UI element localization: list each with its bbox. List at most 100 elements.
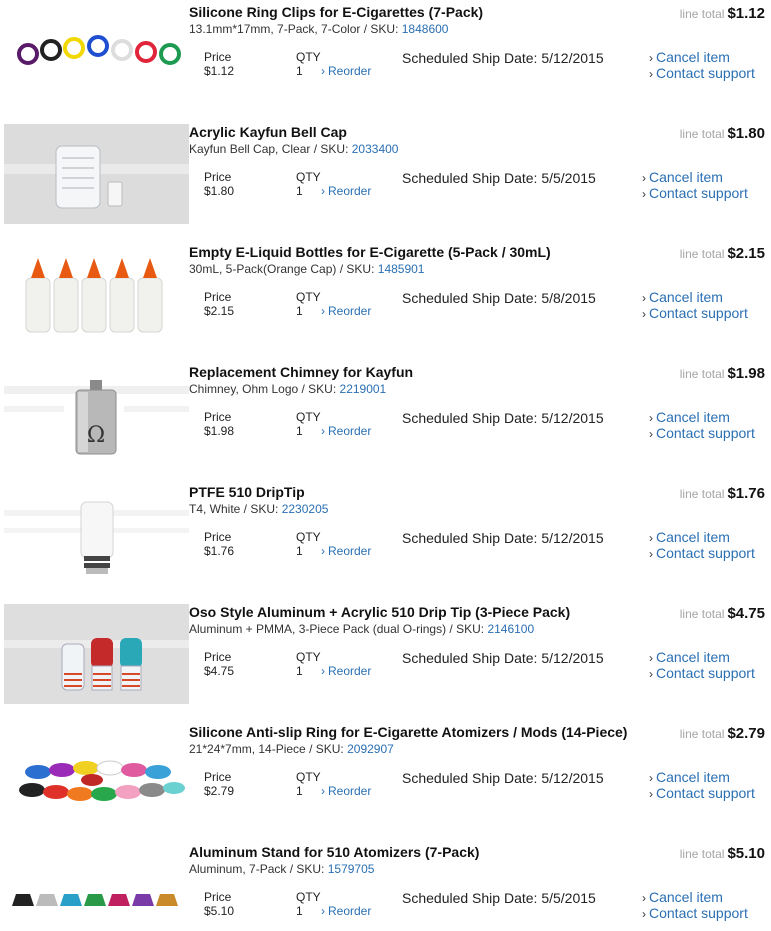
price-block: Price $1.12 [204, 50, 234, 78]
line-total-amount: $5.10 [727, 845, 765, 862]
item-description: Aluminum, 7-Pack / SKU: 1579705 [189, 862, 374, 876]
cancel-item-link[interactable]: › Cancel item [642, 170, 748, 186]
contact-support-link[interactable]: › Contact support [642, 906, 748, 922]
sku-link[interactable]: 1485901 [378, 262, 425, 276]
price-block: Price $1.98 [204, 410, 234, 438]
reorder-label: Reorder [328, 304, 372, 318]
reorder-link[interactable]: › Reorder [321, 424, 371, 438]
contact-support-link[interactable]: › Contact support [642, 306, 748, 322]
scheduled-ship-date: Scheduled Ship Date: 5/12/2015 [402, 650, 604, 666]
order-item: Silicone Anti-slip Ring for E-Cigarette … [0, 720, 771, 840]
price-label: Price [204, 530, 232, 544]
line-total-amount: $2.79 [727, 725, 765, 742]
line-total-label: line total [679, 847, 725, 861]
sku-link[interactable]: 2230205 [282, 502, 329, 516]
item-title[interactable]: Acrylic Kayfun Bell Cap [189, 124, 347, 140]
qty-block: QTY 1 [296, 530, 321, 558]
reorder-label: Reorder [328, 184, 372, 198]
contact-support-link[interactable]: › Contact support [642, 186, 748, 202]
sku-link[interactable]: 2146100 [487, 622, 534, 636]
reorder-link[interactable]: › Reorder [321, 904, 371, 918]
line-total: line total $2.79 [680, 725, 765, 742]
bell-cap-product-image[interactable] [4, 124, 189, 224]
oso-drip-tips-product-image[interactable] [4, 604, 189, 704]
cancel-item-label: Cancel item [656, 529, 730, 545]
sku-link[interactable]: 2033400 [352, 142, 399, 156]
scheduled-ship-date: Scheduled Ship Date: 5/12/2015 [402, 770, 604, 786]
reorder-label: Reorder [328, 784, 372, 798]
chevron-right-icon: › [321, 544, 325, 558]
line-total: line total $1.98 [680, 365, 765, 382]
item-actions: › Cancel item › Contact support [642, 170, 748, 202]
cancel-item-label: Cancel item [656, 49, 730, 65]
item-title[interactable]: Silicone Ring Clips for E-Cigarettes (7-… [189, 4, 483, 20]
cancel-item-link[interactable]: › Cancel item [649, 770, 755, 786]
chevron-right-icon: › [649, 547, 653, 561]
qty-value: 1 [296, 544, 303, 558]
chevron-right-icon: › [321, 184, 325, 198]
item-title[interactable]: Replacement Chimney for Kayfun [189, 364, 413, 380]
cancel-item-link[interactable]: › Cancel item [649, 50, 755, 66]
sku-link[interactable]: 2219001 [340, 382, 387, 396]
item-title[interactable]: PTFE 510 DripTip [189, 484, 305, 500]
reorder-link[interactable]: › Reorder [321, 304, 371, 318]
line-total-label: line total [679, 247, 725, 261]
reorder-link[interactable]: › Reorder [321, 664, 371, 678]
ship-date-label: Scheduled Ship Date: [402, 770, 538, 786]
chevron-right-icon: › [649, 531, 653, 545]
price-label: Price [204, 50, 232, 64]
contact-support-link[interactable]: › Contact support [649, 546, 755, 562]
ship-date-value: 5/12/2015 [541, 530, 604, 546]
cancel-item-link[interactable]: › Cancel item [642, 890, 748, 906]
cancel-item-link[interactable]: › Cancel item [642, 290, 748, 306]
cancel-item-link[interactable]: › Cancel item [649, 410, 755, 426]
chimney-product-image[interactable]: Ω [4, 364, 189, 464]
reorder-link[interactable]: › Reorder [321, 544, 371, 558]
contact-support-link[interactable]: › Contact support [649, 666, 755, 682]
chevron-right-icon: › [642, 307, 646, 321]
ship-date-value: 5/5/2015 [541, 890, 596, 906]
price-label: Price [204, 770, 232, 784]
line-total: line total $5.10 [680, 845, 765, 862]
sku-link[interactable]: 1579705 [328, 862, 375, 876]
contact-support-label: Contact support [649, 905, 748, 921]
contact-support-link[interactable]: › Contact support [649, 426, 755, 442]
item-title[interactable]: Empty E-Liquid Bottles for E-Cigarette (… [189, 244, 551, 260]
atomizer-stands-product-image[interactable] [4, 844, 189, 931]
anti-slip-rings-product-image[interactable] [4, 724, 189, 824]
item-title[interactable]: Aluminum Stand for 510 Atomizers (7-Pack… [189, 844, 479, 860]
sku-link[interactable]: 1848600 [402, 22, 449, 36]
item-title[interactable]: Oso Style Aluminum + Acrylic 510 Drip Ti… [189, 604, 570, 620]
qty-block: QTY 1 [296, 410, 321, 438]
chevron-right-icon: › [649, 427, 653, 441]
item-actions: › Cancel item › Contact support [649, 410, 755, 442]
qty-label: QTY [296, 650, 321, 664]
qty-label: QTY [296, 770, 321, 784]
item-description: Kayfun Bell Cap, Clear / SKU: 2033400 [189, 142, 398, 156]
ring-clips-product-image[interactable] [4, 4, 189, 104]
chevron-right-icon: › [321, 64, 325, 78]
contact-support-link[interactable]: › Contact support [649, 786, 755, 802]
reorder-link[interactable]: › Reorder [321, 784, 371, 798]
price-value: $1.76 [204, 544, 235, 558]
cancel-item-link[interactable]: › Cancel item [649, 650, 755, 666]
qty-value: 1 [296, 664, 303, 678]
bottles-product-image[interactable] [4, 244, 189, 344]
reorder-link[interactable]: › Reorder [321, 184, 371, 198]
ship-date-label: Scheduled Ship Date: [402, 410, 538, 426]
price-label: Price [204, 650, 232, 664]
item-actions: › Cancel item › Contact support [649, 50, 755, 82]
reorder-link[interactable]: › Reorder [321, 64, 371, 78]
chevron-right-icon: › [321, 304, 325, 318]
cancel-item-link[interactable]: › Cancel item [649, 530, 755, 546]
price-block: Price $5.10 [204, 890, 234, 918]
line-total-amount: $1.12 [727, 5, 765, 22]
price-value: $1.98 [204, 424, 235, 438]
item-title[interactable]: Silicone Anti-slip Ring for E-Cigarette … [189, 724, 627, 740]
cancel-item-label: Cancel item [649, 289, 723, 305]
item-variant: T4, White / SKU: [189, 502, 279, 516]
line-total-amount: $4.75 [727, 605, 765, 622]
contact-support-link[interactable]: › Contact support [649, 66, 755, 82]
drip-tip-product-image[interactable] [4, 484, 189, 584]
sku-link[interactable]: 2092907 [347, 742, 394, 756]
